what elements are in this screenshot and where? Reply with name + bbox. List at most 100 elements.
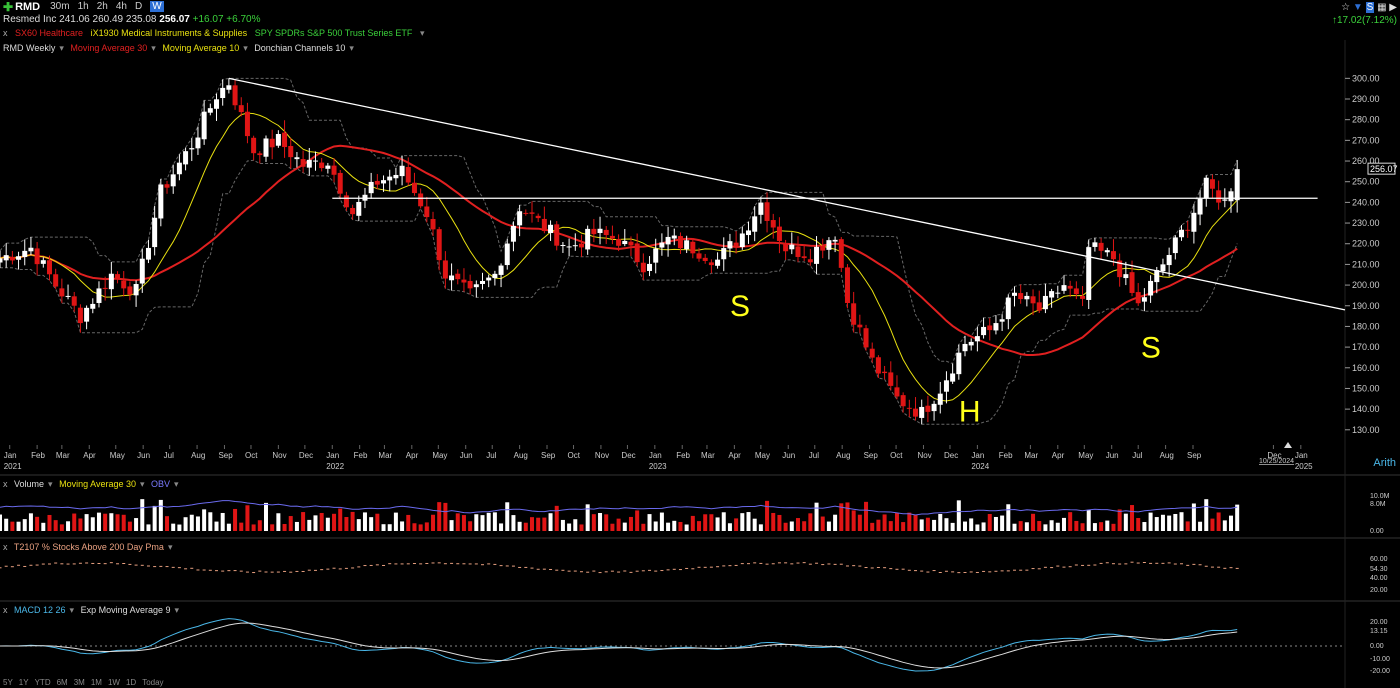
volume-bar: [721, 512, 726, 531]
candle-body: [677, 236, 683, 249]
volume-bar: [276, 513, 281, 531]
x-tick-label: Oct: [245, 451, 258, 460]
candle-body: [16, 256, 22, 260]
candle-body: [306, 159, 312, 168]
volume-bar: [288, 516, 293, 531]
volume-bar: [294, 521, 299, 531]
x-tick-label: May: [1078, 451, 1093, 460]
x-tick-label: Jun: [460, 451, 473, 460]
volume-bar: [301, 512, 306, 531]
volume-bar: [573, 519, 578, 531]
candle-body: [517, 211, 523, 226]
volume-bar: [826, 521, 831, 531]
candle-body: [473, 284, 479, 288]
volume-bar: [72, 513, 77, 531]
volume-bar: [78, 518, 83, 531]
price-chart[interactable]: 130.00 140.00 150.00 160.00 170.00 180.00 190.…: [0, 0, 1400, 688]
volume-bar: [857, 514, 862, 531]
volume-bar: [350, 511, 355, 531]
candle-body: [399, 165, 405, 177]
candle-body: [455, 273, 461, 280]
breadth-axis-label: 54.30: [1370, 566, 1388, 573]
candle-body: [869, 348, 875, 358]
candle-body: [84, 307, 90, 322]
candle-body: [943, 380, 949, 392]
candle-body: [1005, 297, 1011, 320]
x-tick-label: Apr: [406, 451, 419, 460]
volume-bar: [684, 524, 689, 531]
volume-bar: [53, 520, 58, 531]
candle-body: [554, 224, 560, 246]
candle-body: [844, 267, 850, 304]
volume-bar: [461, 515, 466, 531]
volume-bar: [554, 505, 559, 531]
volume-bar: [183, 517, 188, 531]
x-year-label: 2021: [4, 462, 22, 471]
volume-bar: [134, 518, 139, 531]
volume-bar: [344, 517, 349, 531]
volume-bar: [1204, 499, 1209, 531]
candle-body: [102, 287, 108, 289]
candle-body: [288, 146, 294, 158]
candle-body: [3, 255, 9, 261]
volume-bar: [1179, 512, 1184, 531]
volume-bar: [919, 519, 924, 531]
volume-bar: [437, 502, 442, 531]
y-tick-label: 300.00: [1352, 73, 1380, 83]
y-tick-label: 250.00: [1352, 177, 1380, 187]
x-tick-label: Mar: [378, 451, 392, 460]
candle-body: [480, 280, 486, 284]
volume-bar: [1148, 512, 1153, 531]
candle-body: [498, 265, 504, 275]
x-tick-label: Dec: [944, 451, 958, 460]
volume-bar: [1117, 509, 1122, 531]
volume-bar: [1055, 522, 1060, 531]
candle-body: [343, 195, 349, 208]
candle-body: [300, 159, 306, 167]
volume-bar: [1049, 520, 1054, 531]
candle-body: [46, 260, 52, 275]
candle-body: [356, 201, 362, 216]
candle-body: [919, 406, 925, 418]
candle-body: [950, 373, 956, 382]
x-tick-label: Jan: [649, 451, 662, 460]
candle-body: [1024, 295, 1030, 300]
volume-bar: [820, 516, 825, 531]
candle-body: [690, 241, 696, 254]
candle-body: [226, 85, 232, 90]
volume-bar: [431, 514, 436, 531]
x-tick-label: Jun: [782, 451, 795, 460]
volume-bar: [740, 513, 745, 531]
volume-bar: [1061, 517, 1066, 531]
candle-body: [152, 217, 158, 248]
volume-bar: [319, 512, 324, 531]
candle-body: [1110, 251, 1116, 260]
volume-bar: [529, 517, 534, 531]
volume-bar: [956, 500, 961, 531]
candle-body: [1191, 212, 1197, 232]
candle-body: [572, 245, 578, 247]
volume-bar: [103, 513, 108, 531]
candle-body: [541, 218, 547, 232]
volume-bar: [412, 523, 417, 531]
candle-body: [721, 248, 727, 260]
volume-bar: [195, 516, 200, 531]
candle-body: [597, 228, 603, 233]
candle-body: [1160, 264, 1166, 272]
volume-bar: [938, 513, 943, 531]
volume-bar: [400, 521, 405, 531]
y-tick-label: 290.00: [1352, 94, 1380, 104]
candle-body: [319, 162, 325, 169]
candle-body: [770, 220, 776, 228]
candle-body: [758, 202, 764, 215]
volume-bar: [907, 512, 912, 531]
volume-bar: [672, 520, 677, 531]
candle-body: [207, 108, 213, 113]
candle-body: [269, 138, 275, 148]
x-year-label: 2023: [649, 462, 667, 471]
volume-bar: [468, 521, 473, 531]
volume-bar: [523, 522, 528, 531]
candle-body: [1197, 198, 1203, 215]
volume-bar: [864, 501, 869, 531]
candle-body: [1228, 191, 1234, 202]
